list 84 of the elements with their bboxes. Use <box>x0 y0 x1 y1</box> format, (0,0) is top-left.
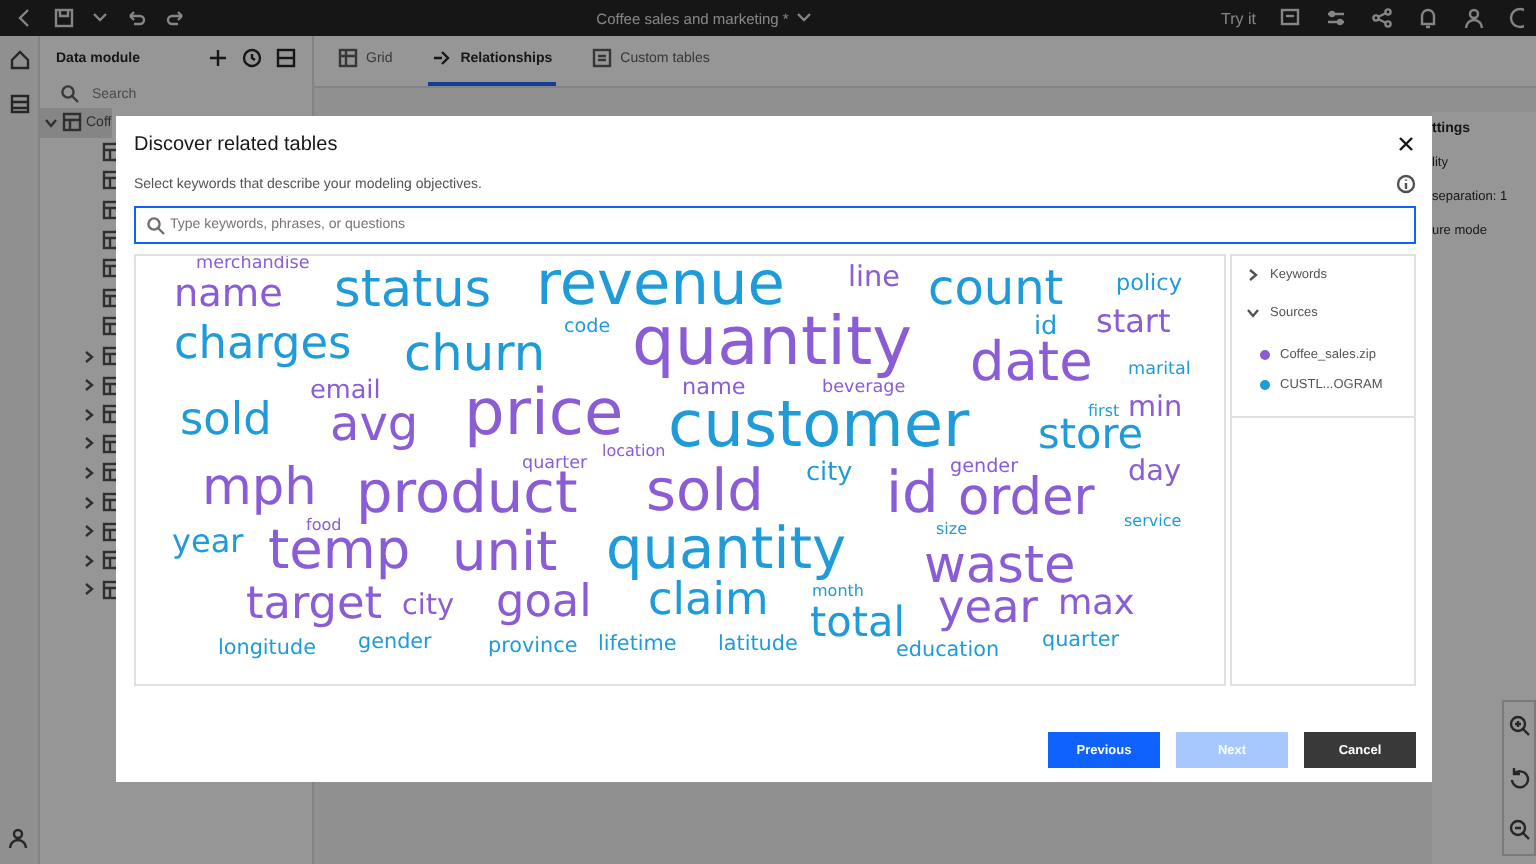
keyword[interactable]: id <box>1034 315 1058 342</box>
search-icon[interactable] <box>60 84 80 104</box>
keyword[interactable]: gender <box>950 458 1019 479</box>
keyword[interactable]: latitude <box>718 633 798 654</box>
keyword[interactable]: month <box>812 584 864 601</box>
panel-icon[interactable] <box>276 48 296 68</box>
keyword[interactable]: id <box>886 464 939 523</box>
keyword[interactable]: quarter <box>522 456 588 475</box>
user-icon[interactable] <box>7 826 31 850</box>
chevron-icon[interactable] <box>81 349 95 364</box>
home-icon[interactable] <box>7 48 31 72</box>
chevron-icon[interactable] <box>44 115 58 130</box>
keyword[interactable]: marital <box>1128 362 1191 381</box>
keyword[interactable]: churn <box>404 329 546 380</box>
keyword[interactable]: year <box>172 526 244 559</box>
keyword[interactable]: merchandise <box>196 256 310 275</box>
keyword[interactable]: claim <box>648 578 769 624</box>
save-icon[interactable] <box>52 6 76 30</box>
keyword[interactable]: goal <box>496 580 592 626</box>
chevron-icon[interactable] <box>1246 268 1260 282</box>
dialog-title: Discover related tables <box>134 133 338 155</box>
user-icon[interactable] <box>1462 6 1486 30</box>
sliders-icon[interactable] <box>1324 6 1348 30</box>
keyword[interactable]: longitude <box>218 637 316 658</box>
chevron-icon[interactable] <box>81 495 95 510</box>
keyword[interactable]: mph <box>202 463 317 515</box>
keyword[interactable]: size <box>936 522 968 539</box>
keyword[interactable]: city <box>806 461 853 488</box>
chevron-icon[interactable] <box>81 465 95 480</box>
keyword[interactable]: count <box>928 263 1064 312</box>
zoom-out-icon[interactable] <box>1507 818 1531 842</box>
clock-icon[interactable] <box>242 48 262 68</box>
reset-icon[interactable] <box>1507 766 1531 790</box>
keyword[interactable]: food <box>306 518 342 535</box>
keyword[interactable]: date <box>970 336 1093 391</box>
keyword[interactable]: name <box>682 375 746 398</box>
grid-icon[interactable] <box>338 48 358 68</box>
keyword[interactable]: province <box>488 635 578 656</box>
keyword[interactable]: code <box>564 318 611 339</box>
caret-icon[interactable] <box>92 10 108 26</box>
chevron-icon[interactable] <box>81 436 95 451</box>
info-icon[interactable] <box>1396 174 1416 194</box>
try-it-link[interactable]: Try it <box>1221 9 1256 27</box>
chevron-icon[interactable] <box>81 524 95 539</box>
keyword[interactable]: target <box>246 582 383 628</box>
chevron-icon[interactable] <box>81 582 95 597</box>
redo-icon[interactable] <box>164 6 188 30</box>
keyword[interactable]: line <box>848 264 900 294</box>
keyword[interactable]: order <box>958 473 1095 525</box>
keyword[interactable]: quarter <box>1042 629 1120 650</box>
bell-icon[interactable] <box>1416 6 1440 30</box>
keyword[interactable]: sold <box>646 462 764 521</box>
keyword[interactable]: quantity <box>606 520 847 579</box>
keyword[interactable]: day <box>1128 458 1181 488</box>
keyword[interactable]: service <box>1124 514 1182 531</box>
chevron-icon[interactable] <box>1246 306 1260 320</box>
keyword[interactable]: education <box>896 639 1000 660</box>
keyword[interactable]: beverage <box>822 380 906 399</box>
chevron-icon[interactable] <box>81 407 95 422</box>
keyword[interactable]: total <box>810 602 906 644</box>
keyword[interactable]: unit <box>452 526 558 581</box>
undo-icon[interactable] <box>124 6 148 30</box>
caret-icon[interactable] <box>796 10 813 26</box>
keyword[interactable]: sold <box>180 398 272 444</box>
keyword[interactable]: policy <box>1116 271 1182 294</box>
add-icon[interactable] <box>208 48 228 68</box>
share-icon[interactable] <box>1370 6 1394 30</box>
keyword[interactable]: price <box>464 379 624 444</box>
keyword[interactable]: lifetime <box>598 633 677 654</box>
chevron-icon[interactable] <box>81 378 95 393</box>
keyword[interactable]: gender <box>358 631 432 652</box>
keyword[interactable]: location <box>602 444 666 461</box>
close-icon[interactable] <box>1396 134 1416 154</box>
keyword[interactable]: start <box>1096 306 1171 339</box>
relationship-icon[interactable] <box>432 48 453 68</box>
keyword[interactable]: max <box>1058 587 1135 623</box>
zoom-in-icon[interactable] <box>1507 714 1531 738</box>
list-icon[interactable] <box>7 92 31 116</box>
chevron-icon[interactable] <box>81 553 95 568</box>
search-icon[interactable] <box>146 215 166 235</box>
keyword[interactable]: status <box>334 265 492 317</box>
keyword[interactable]: name <box>174 273 283 313</box>
keyword[interactable]: city <box>402 592 455 622</box>
keyword[interactable]: charges <box>174 322 352 368</box>
